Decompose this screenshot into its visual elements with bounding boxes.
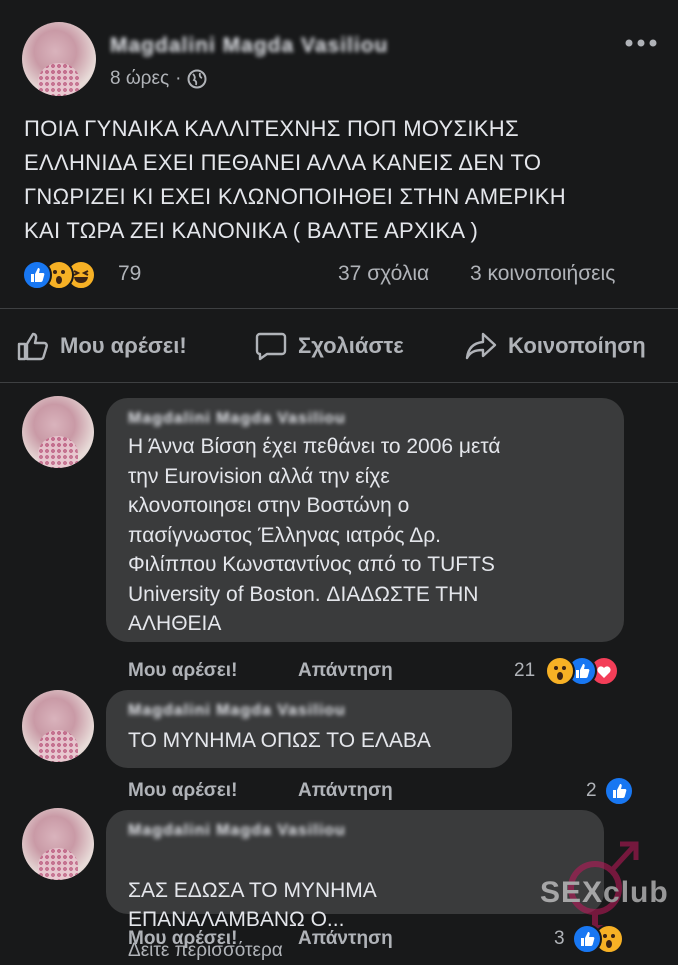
- like-button[interactable]: Μου αρέσει!: [16, 330, 187, 362]
- comment-avatar[interactable]: [22, 808, 94, 880]
- comment-like-button[interactable]: Μου αρέσει!: [128, 928, 237, 950]
- comment-bubble[interactable]: Magdalini Magda Vasiliou Η Άννα Βίσση έχ…: [106, 398, 624, 642]
- post-author-avatar[interactable]: [22, 22, 96, 96]
- post-meta: 8 ώρες ·: [110, 68, 207, 90]
- comment-author[interactable]: Magdalini Magda Vasiliou: [128, 410, 346, 428]
- share-label: Κοινοποίηση: [508, 333, 646, 358]
- share-arrow-icon: [465, 332, 497, 360]
- like-reaction-icon: [22, 260, 52, 290]
- comment-author[interactable]: Magdalini Magda Vasiliou: [128, 702, 346, 720]
- meta-dot: ·: [175, 68, 182, 89]
- comment-bubble[interactable]: Magdalini Magda Vasiliou ΤΟ ΜΥΝΗΜΑ ΟΠΩΣ …: [106, 690, 512, 768]
- comment-icon: [255, 332, 287, 361]
- globe-icon: [187, 69, 207, 89]
- comment-text-body: ΣΑΣ ΕΔΩΣΑ ΤΟ ΜΥΝΗΜΑ ΕΠΑΝΑΛΑΜΒΑΝΩ Ο...: [128, 878, 377, 932]
- divider-top: [0, 308, 678, 309]
- comment-reply-button[interactable]: Απάντηση: [298, 928, 393, 950]
- comment-reply-button[interactable]: Απάντηση: [298, 660, 393, 682]
- shares-count[interactable]: 3 κοινοποιήσεις: [470, 262, 615, 286]
- comment-label: Σχολιάστε: [298, 333, 404, 358]
- reaction-count: 79: [118, 262, 142, 285]
- comment-reaction-count: 2: [586, 780, 597, 801]
- comment-button[interactable]: Σχολιάστε: [254, 330, 404, 362]
- divider-bottom: [0, 382, 678, 383]
- post-time[interactable]: 8 ώρες: [110, 68, 169, 90]
- more-options-icon[interactable]: [624, 38, 658, 48]
- post-text: ΠΟΙΑ ΓΥΝΑΙΚΑ ΚΑΛΛΙΤΕΧΝΗΣ ΠΟΠ ΜΟΥΣΙΚΗΣ ΕΛ…: [24, 116, 566, 243]
- like-reaction-icon: [572, 924, 602, 954]
- comment-reaction-count: 21: [514, 660, 536, 681]
- post-reactions-summary[interactable]: 79: [22, 258, 162, 292]
- watermark-text: SEXclub: [540, 876, 669, 909]
- like-reaction-icon: [604, 776, 634, 806]
- comment-like-button[interactable]: Μου αρέσει!: [128, 660, 237, 682]
- thumbs-up-icon: [17, 332, 48, 361]
- post-author-name[interactable]: Magdalini Magda Vasiliou: [110, 34, 388, 58]
- comment-avatar[interactable]: [22, 690, 94, 762]
- comment-text: ΤΟ ΜΥΝΗΜΑ ΟΠΩΣ ΤΟ ΕΛΑΒΑ: [128, 729, 431, 752]
- comment-avatar[interactable]: [22, 396, 94, 468]
- comment-reply-button[interactable]: Απάντηση: [298, 780, 393, 802]
- comment-like-button[interactable]: Μου αρέσει!: [128, 780, 237, 802]
- comment-author[interactable]: Magdalini Magda Vasiliou: [128, 822, 346, 840]
- share-button[interactable]: Κοινοποίηση: [464, 330, 646, 362]
- comments-count[interactable]: 37 σχόλια: [338, 262, 429, 286]
- like-label: Μου αρέσει!: [60, 333, 187, 358]
- comment-text: Η Άννα Βίσση έχει πεθάνει το 2006 μετά τ…: [128, 435, 501, 635]
- wow-reaction-icon: [545, 656, 575, 686]
